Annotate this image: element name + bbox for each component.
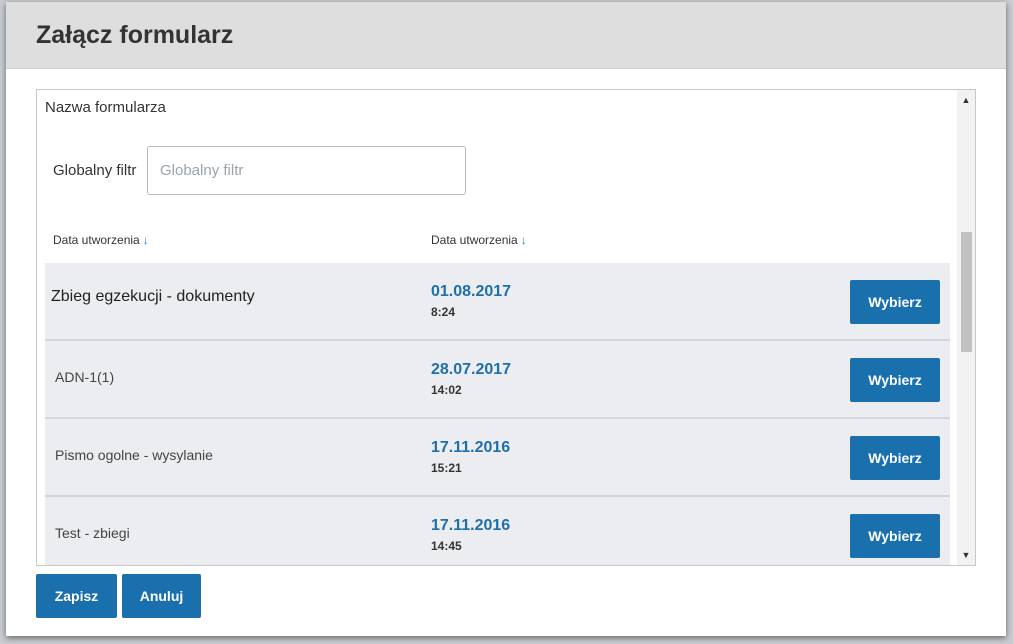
column-header-created-date-2[interactable]: Data utworzenia ↓: [431, 233, 527, 247]
arrow-down-icon: ↓: [520, 233, 527, 247]
form-name: ADN-1(1): [55, 369, 115, 385]
global-filter-input[interactable]: [147, 146, 466, 195]
form-list-panel: Nazwa formularza Globalny filtr Data utw…: [36, 89, 976, 566]
created-date: 17.11.2016: [431, 439, 511, 456]
table-row: Zbieg egzekucji - dokumenty 01.08.2017 8…: [45, 263, 950, 341]
table-row: Test - zbiegi 17.11.2016 14:45 Wybierz: [45, 497, 950, 565]
created-time: 14:45: [431, 539, 462, 553]
form-name: Zbieg egzekucji - dokumenty: [51, 288, 255, 305]
scrollbar-thumb[interactable]: [961, 232, 972, 352]
form-table-body: Zbieg egzekucji - dokumenty 01.08.2017 8…: [45, 263, 950, 565]
global-filter-label: Globalny filtr: [53, 162, 137, 179]
scroll-down-arrow-icon[interactable]: ▼: [957, 547, 975, 563]
select-button[interactable]: Wybierz: [850, 436, 940, 480]
cancel-button[interactable]: Anuluj: [122, 574, 201, 618]
dialog-header: Załącz formularz: [6, 2, 1006, 69]
column-header-created-date-1[interactable]: Data utworzenia ↓: [53, 233, 149, 247]
form-list-content: Nazwa formularza Globalny filtr Data utw…: [37, 90, 957, 565]
form-name: Test - zbiegi: [55, 525, 130, 541]
form-name: Pismo ogolne - wysylanie: [55, 447, 213, 463]
created-date: 01.08.2017: [431, 283, 512, 300]
scroll-up-arrow-icon[interactable]: ▲: [957, 92, 975, 108]
arrow-down-icon: ↓: [142, 233, 149, 247]
dialog-title: Załącz formularz: [36, 20, 234, 49]
select-button[interactable]: Wybierz: [850, 358, 940, 402]
created-date: 17.11.2016: [431, 517, 511, 534]
attach-form-dialog: Załącz formularz Nazwa formularza Global…: [6, 2, 1006, 636]
created-time: 8:24: [431, 305, 456, 319]
created-time: 14:02: [431, 383, 462, 397]
table-row: Pismo ogolne - wysylanie 17.11.2016 15:2…: [45, 419, 950, 497]
select-button[interactable]: Wybierz: [850, 280, 940, 324]
panel-heading: Nazwa formularza: [45, 99, 166, 116]
column-header-label: Data utworzenia: [53, 233, 140, 247]
save-button[interactable]: Zapisz: [36, 574, 117, 618]
column-header-label: Data utworzenia: [431, 233, 518, 247]
created-time: 15:21: [431, 461, 462, 475]
created-date: 28.07.2017: [431, 361, 512, 378]
table-row: ADN-1(1) 28.07.2017 14:02 Wybierz: [45, 341, 950, 419]
select-button[interactable]: Wybierz: [850, 514, 940, 558]
vertical-scrollbar[interactable]: ▲ ▼: [957, 90, 975, 565]
